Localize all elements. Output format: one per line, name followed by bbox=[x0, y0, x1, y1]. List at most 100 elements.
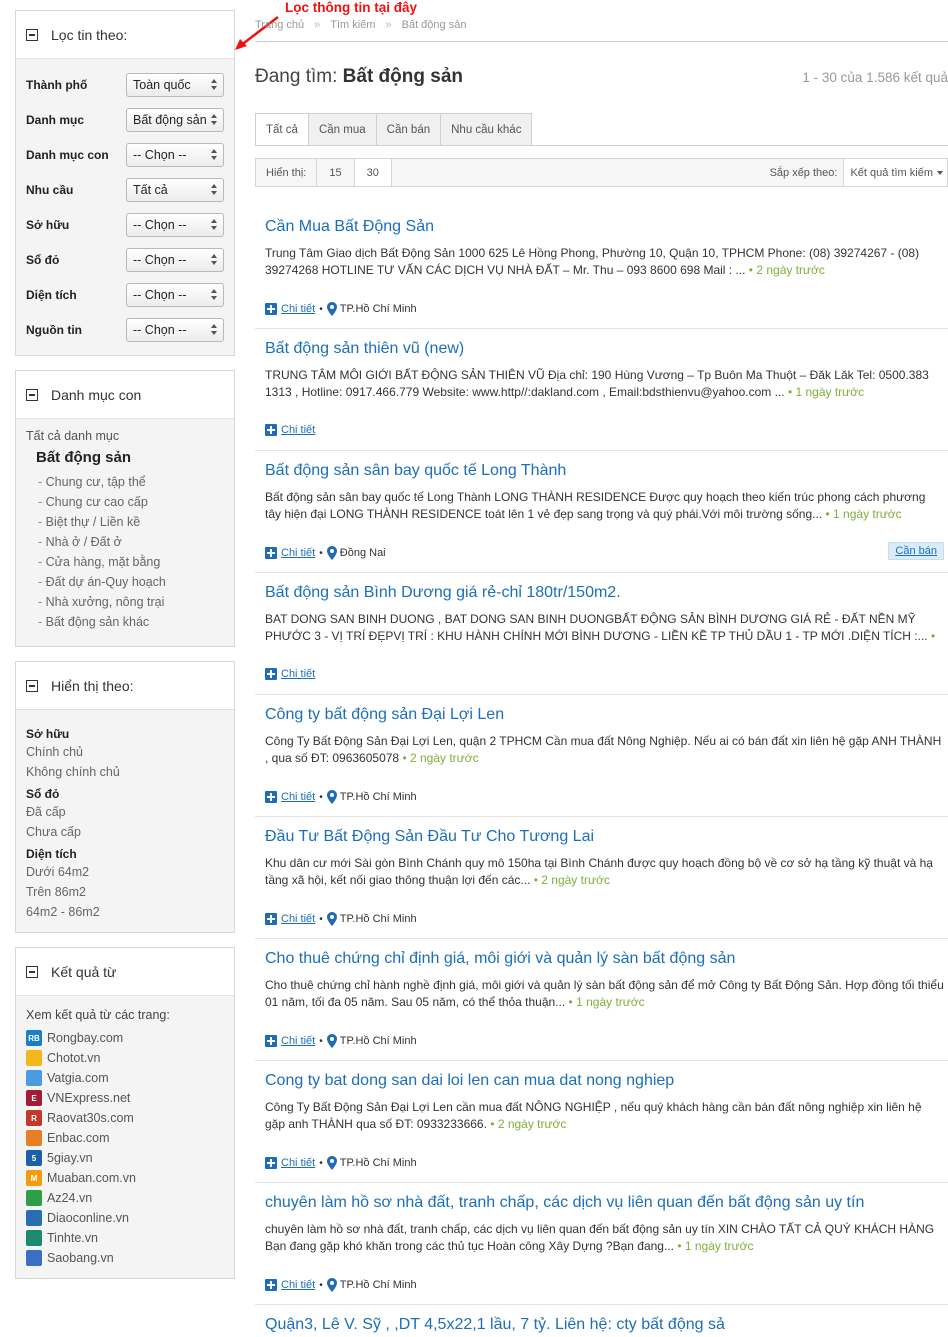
tab-buy[interactable]: Cần mua bbox=[308, 113, 377, 146]
plus-icon[interactable] bbox=[265, 1035, 277, 1047]
collapse-icon[interactable] bbox=[26, 28, 38, 41]
source-name[interactable]: Raovat30s.com bbox=[47, 1111, 134, 1125]
filter-select[interactable]: -- Chọn -- bbox=[126, 142, 224, 167]
sort-select[interactable]: Kết quả tìm kiếm bbox=[843, 159, 947, 186]
plus-icon[interactable] bbox=[265, 668, 277, 680]
filter-select[interactable]: -- Chọn -- bbox=[126, 247, 224, 272]
source-name[interactable]: 5giay.vn bbox=[47, 1151, 93, 1165]
result-title-link[interactable]: Cần Mua Bất Động Sản bbox=[265, 217, 948, 237]
source-item[interactable]: Enbac.com bbox=[26, 1128, 224, 1148]
result-meta: Chi tiết • TP.Hồ Chí Minh bbox=[265, 1156, 417, 1170]
plus-icon[interactable] bbox=[265, 791, 277, 803]
filter-select[interactable]: -- Chọn -- bbox=[126, 317, 224, 342]
result-title-link[interactable]: Bất động sản thiên vũ (new) bbox=[265, 339, 948, 359]
page-size-30[interactable]: 30 bbox=[354, 159, 392, 186]
source-item[interactable]: 5 5giay.vn bbox=[26, 1148, 224, 1168]
source-item[interactable]: M Muaban.com.vn bbox=[26, 1168, 224, 1188]
source-name[interactable]: Enbac.com bbox=[47, 1131, 110, 1145]
source-item[interactable]: Saobang.vn bbox=[26, 1248, 224, 1268]
subcategory-item[interactable]: Bất động sản khác bbox=[38, 612, 224, 632]
category-panel-header[interactable]: Danh mục con bbox=[16, 371, 234, 419]
source-name[interactable]: Az24.vn bbox=[47, 1191, 92, 1205]
detail-link[interactable]: Chi tiết bbox=[281, 424, 315, 436]
detail-link[interactable]: Chi tiết bbox=[281, 547, 315, 559]
tab-other-needs[interactable]: Nhu cầu khác bbox=[441, 113, 533, 146]
plus-icon[interactable] bbox=[265, 303, 277, 315]
collapse-icon[interactable] bbox=[26, 679, 38, 692]
source-item[interactable]: RB Rongbay.com bbox=[26, 1028, 224, 1048]
detail-link[interactable]: Chi tiết bbox=[281, 668, 315, 680]
display-option[interactable]: Chưa cấp bbox=[26, 822, 224, 842]
plus-icon[interactable] bbox=[265, 424, 277, 436]
result-title-link[interactable]: Bất động sản Bình Dương giá rẻ-chỉ 180tr… bbox=[265, 583, 948, 603]
display-option[interactable]: Dưới 64m2 bbox=[26, 862, 224, 882]
result-title-link[interactable]: Đầu Tư Bất Động Sản Đầu Tư Cho Tương Lai bbox=[265, 827, 948, 847]
filter-select-value: Toàn quốc bbox=[133, 77, 191, 92]
subcategory-item[interactable]: Chung cư, tập thể bbox=[38, 472, 224, 492]
collapse-icon[interactable] bbox=[26, 965, 38, 978]
source-name[interactable]: Chotot.vn bbox=[47, 1051, 101, 1065]
filter-select[interactable]: Toàn quốc bbox=[126, 72, 224, 97]
source-item[interactable]: Tinhte.vn bbox=[26, 1228, 224, 1248]
tab-all[interactable]: Tất cả bbox=[255, 113, 309, 146]
detail-link[interactable]: Chi tiết bbox=[281, 913, 315, 925]
filter-select[interactable]: -- Chọn -- bbox=[126, 212, 224, 237]
result-title-link[interactable]: Cho thuê chứng chỉ định giá, môi giới và… bbox=[265, 949, 948, 969]
source-item[interactable]: Diaoconline.vn bbox=[26, 1208, 224, 1228]
result-title-link[interactable]: Công ty bất động sản Đại Lợi Len bbox=[265, 705, 948, 725]
display-option[interactable]: Đã cấp bbox=[26, 802, 224, 822]
page-size-15[interactable]: 15 bbox=[317, 159, 355, 186]
tab-sell[interactable]: Cần bán bbox=[376, 113, 442, 146]
filter-select[interactable]: Tất cả bbox=[126, 177, 224, 202]
result-title-link[interactable]: Cong ty bat dong san dai loi len can mua… bbox=[265, 1071, 948, 1091]
filter-panel-header[interactable]: Lọc tin theo: bbox=[16, 11, 234, 59]
display-option[interactable]: Chính chủ bbox=[26, 742, 224, 762]
subcategory-item[interactable]: Biệt thự / Liền kề bbox=[38, 512, 224, 532]
subcategory-item[interactable]: Nhà xưởng, nông trại bbox=[38, 592, 224, 612]
source-item[interactable]: Chotot.vn bbox=[26, 1048, 224, 1068]
detail-link[interactable]: Chi tiết bbox=[281, 1157, 315, 1169]
filter-row: Sở hữu -- Chọn -- bbox=[26, 207, 224, 242]
filter-select[interactable]: Bất động sản bbox=[126, 107, 224, 132]
source-name[interactable]: VNExpress.net bbox=[47, 1091, 130, 1105]
result-description: BAT DONG SAN BINH DUONG , BAT DONG SAN B… bbox=[265, 611, 948, 645]
plus-icon[interactable] bbox=[265, 1279, 277, 1291]
source-panel-header[interactable]: Kết quả từ bbox=[16, 948, 234, 996]
display-panel-header[interactable]: Hiển thị theo: bbox=[16, 662, 234, 710]
plus-icon[interactable] bbox=[265, 547, 277, 559]
all-categories-link[interactable]: Tất cả danh mục bbox=[26, 429, 224, 443]
source-name[interactable]: Saobang.vn bbox=[47, 1251, 114, 1265]
subcategory-item[interactable]: Cửa hàng, mặt bằng bbox=[38, 552, 224, 572]
source-name[interactable]: Rongbay.com bbox=[47, 1031, 123, 1045]
source-item[interactable]: Az24.vn bbox=[26, 1188, 224, 1208]
result-title-link[interactable]: chuyên làm hồ sơ nhà đất, tranh chấp, cá… bbox=[265, 1193, 948, 1213]
source-name[interactable]: Vatgia.com bbox=[47, 1071, 109, 1085]
plus-icon[interactable] bbox=[265, 1157, 277, 1169]
result-title-link[interactable]: Quận3, Lê V. Sỹ , ,DT 4,5x22,1 lầu, 7 tỷ… bbox=[265, 1315, 948, 1335]
enbac-icon bbox=[26, 1130, 42, 1146]
display-option[interactable]: Không chính chủ bbox=[26, 762, 224, 782]
display-option[interactable]: Trên 86m2 bbox=[26, 882, 224, 902]
breadcrumb-home[interactable]: Trang chủ bbox=[255, 19, 304, 31]
detail-link[interactable]: Chi tiết bbox=[281, 1279, 315, 1291]
detail-link[interactable]: Chi tiết bbox=[281, 1035, 315, 1047]
subcategory-item[interactable]: Đất dự án-Quy hoạch bbox=[38, 572, 224, 592]
plus-icon[interactable] bbox=[265, 913, 277, 925]
subcategory-item[interactable]: Chung cư cao cấp bbox=[38, 492, 224, 512]
need-type-badge[interactable]: Cần bán bbox=[888, 542, 944, 560]
subcategory-item[interactable]: Nhà ở / Đất ở bbox=[38, 532, 224, 552]
source-item[interactable]: R Raovat30s.com bbox=[26, 1108, 224, 1128]
result-location: TP.Hồ Chí Minh bbox=[339, 791, 417, 803]
breadcrumb-search[interactable]: Tìm kiếm bbox=[330, 19, 375, 31]
result-title-link[interactable]: Bất động sản sân bay quốc tế Long Thành bbox=[265, 461, 948, 481]
source-item[interactable]: Vatgia.com bbox=[26, 1068, 224, 1088]
detail-link[interactable]: Chi tiết bbox=[281, 791, 315, 803]
display-option[interactable]: 64m2 - 86m2 bbox=[26, 902, 224, 922]
filter-select[interactable]: -- Chọn -- bbox=[126, 282, 224, 307]
source-name[interactable]: Muaban.com.vn bbox=[47, 1171, 136, 1185]
collapse-icon[interactable] bbox=[26, 388, 38, 401]
source-name[interactable]: Diaoconline.vn bbox=[47, 1211, 129, 1225]
source-name[interactable]: Tinhte.vn bbox=[47, 1231, 98, 1245]
source-item[interactable]: E VNExpress.net bbox=[26, 1088, 224, 1108]
detail-link[interactable]: Chi tiết bbox=[281, 303, 315, 315]
